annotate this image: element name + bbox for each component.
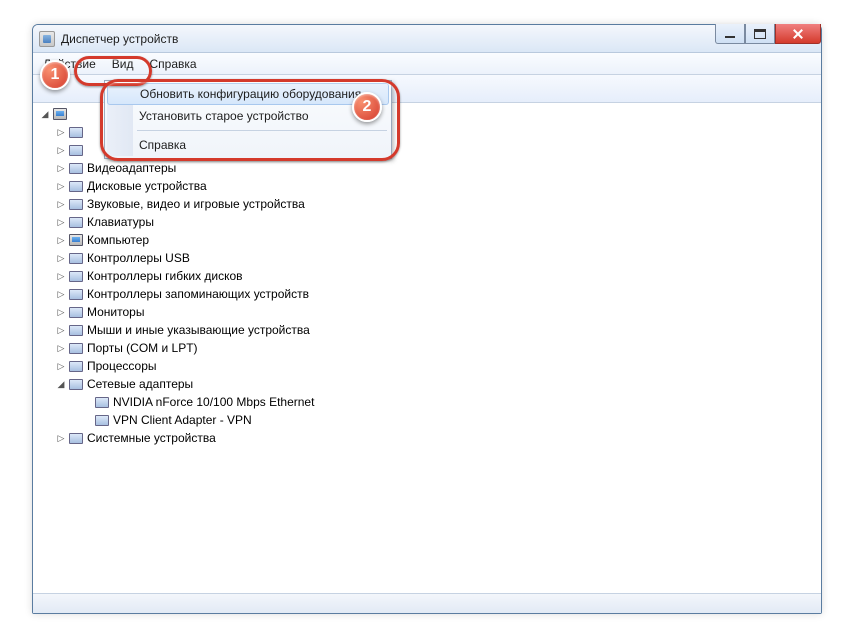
menu-item-label: Установить старое устройство bbox=[139, 109, 309, 123]
expander-icon[interactable]: ▷ bbox=[56, 433, 66, 443]
tree-node[interactable]: NVIDIA nForce 10/100 Mbps Ethernet bbox=[40, 393, 820, 411]
tree-node[interactable]: ▷ Звуковые, видео и игровые устройства bbox=[40, 195, 820, 213]
expander-icon bbox=[82, 397, 92, 407]
annotation-badge-1: 1 bbox=[40, 60, 70, 90]
device-icon bbox=[68, 268, 84, 284]
device-icon bbox=[68, 214, 84, 230]
tree-node-label: Компьютер bbox=[87, 233, 149, 247]
menu-item-label: Обновить конфигурацию оборудования bbox=[140, 87, 361, 101]
device-icon bbox=[68, 358, 84, 374]
device-icon bbox=[68, 178, 84, 194]
device-icon bbox=[94, 394, 110, 410]
tree-node-label: Порты (COM и LPT) bbox=[87, 341, 198, 355]
minimize-button[interactable] bbox=[715, 24, 745, 44]
device-icon bbox=[68, 142, 84, 158]
app-icon bbox=[39, 31, 55, 47]
computer-icon bbox=[52, 106, 68, 122]
tree-node[interactable]: ▷ Системные устройства bbox=[40, 429, 820, 447]
tree-node[interactable]: ▷ Порты (COM и LPT) bbox=[40, 339, 820, 357]
device-icon bbox=[68, 430, 84, 446]
expander-icon[interactable]: ◢ bbox=[40, 109, 50, 119]
tree-node-label: Контроллеры USB bbox=[87, 251, 190, 265]
titlebar[interactable]: Диспетчер устройств bbox=[33, 25, 821, 53]
expander-icon[interactable]: ▷ bbox=[56, 199, 66, 209]
tree-node-label: Мыши и иные указывающие устройства bbox=[87, 323, 310, 337]
tree-node-label: Системные устройства bbox=[87, 431, 216, 445]
close-icon bbox=[792, 29, 804, 39]
expander-icon[interactable]: ▷ bbox=[56, 163, 66, 173]
expander-icon[interactable]: ▷ bbox=[56, 127, 66, 137]
close-button[interactable] bbox=[775, 24, 821, 44]
annotation-badge-2: 2 bbox=[352, 92, 382, 122]
tree-node-label: Дисковые устройства bbox=[87, 179, 207, 193]
expander-icon[interactable]: ▷ bbox=[56, 361, 66, 371]
tree-node[interactable]: ▷ Мыши и иные указывающие устройства bbox=[40, 321, 820, 339]
device-icon bbox=[94, 412, 110, 428]
tree-node-label: Видеоадаптеры bbox=[87, 161, 176, 175]
tree-node[interactable]: ▷ Видеоадаптеры bbox=[40, 159, 820, 177]
menubar: Действие Вид Справка bbox=[33, 53, 821, 75]
device-icon bbox=[68, 322, 84, 338]
tree-node[interactable]: ▷ Процессоры bbox=[40, 357, 820, 375]
expander-icon[interactable]: ▷ bbox=[56, 217, 66, 227]
menu-separator bbox=[137, 130, 387, 131]
tree-node[interactable]: VPN Client Adapter - VPN bbox=[40, 411, 820, 429]
tree-node-label: Процессоры bbox=[87, 359, 157, 373]
window-controls bbox=[715, 24, 821, 44]
device-icon bbox=[68, 160, 84, 176]
menu-help[interactable]: Справка bbox=[141, 55, 204, 73]
device-icon bbox=[68, 286, 84, 302]
menu-view[interactable]: Вид bbox=[104, 55, 142, 73]
expander-icon[interactable]: ▷ bbox=[56, 289, 66, 299]
tree-node-label: Клавиатуры bbox=[87, 215, 154, 229]
tree-node[interactable]: ▷ Контроллеры USB bbox=[40, 249, 820, 267]
tree-node[interactable]: ▷ Дисковые устройства bbox=[40, 177, 820, 195]
menu-add-legacy[interactable]: Установить старое устройство bbox=[107, 105, 389, 127]
tree-node-label: Звуковые, видео и игровые устройства bbox=[87, 197, 305, 211]
expander-icon[interactable]: ▷ bbox=[56, 325, 66, 335]
window-title: Диспетчер устройств bbox=[61, 32, 178, 46]
device-tree[interactable]: ◢ ▷ ▷ ▷ Видеоадаптеры ▷ Дисковые устройства ▷ З… bbox=[34, 103, 820, 591]
device-icon bbox=[68, 304, 84, 320]
tree-node-label: Мониторы bbox=[87, 305, 144, 319]
expander-icon[interactable]: ▷ bbox=[56, 235, 66, 245]
menu-item-label: Справка bbox=[139, 138, 186, 152]
expander-icon[interactable]: ▷ bbox=[56, 181, 66, 191]
device-icon bbox=[68, 250, 84, 266]
tree-node[interactable]: ▷ Компьютер bbox=[40, 231, 820, 249]
expander-icon[interactable]: ▷ bbox=[56, 145, 66, 155]
device-icon bbox=[68, 340, 84, 356]
minimize-icon bbox=[724, 29, 736, 39]
expander-icon[interactable]: ▷ bbox=[56, 307, 66, 317]
tree-node-label: NVIDIA nForce 10/100 Mbps Ethernet bbox=[113, 395, 314, 409]
device-icon bbox=[68, 196, 84, 212]
tree-node-label: Контроллеры гибких дисков bbox=[87, 269, 243, 283]
tree-node[interactable]: ◢ Сетевые адаптеры bbox=[40, 375, 820, 393]
menu-help[interactable]: Справка bbox=[107, 134, 389, 156]
expander-icon[interactable]: ▷ bbox=[56, 253, 66, 263]
tree-node[interactable]: ▷ Контроллеры гибких дисков bbox=[40, 267, 820, 285]
tree-node[interactable]: ▷ Клавиатуры bbox=[40, 213, 820, 231]
maximize-button[interactable] bbox=[745, 24, 775, 44]
computer-icon bbox=[68, 232, 84, 248]
expander-icon[interactable]: ◢ bbox=[56, 379, 66, 389]
action-menu-dropdown: Обновить конфигурацию оборудования Устан… bbox=[104, 80, 392, 159]
maximize-icon bbox=[754, 29, 766, 39]
tree-node-label: Сетевые адаптеры bbox=[87, 377, 193, 391]
statusbar bbox=[33, 593, 821, 613]
tree-node-label: VPN Client Adapter - VPN bbox=[113, 413, 252, 427]
device-icon bbox=[68, 376, 84, 392]
menu-scan-hardware[interactable]: Обновить конфигурацию оборудования bbox=[107, 83, 389, 105]
tree-node-label: Контроллеры запоминающих устройств bbox=[87, 287, 309, 301]
tree-node[interactable]: ▷ Мониторы bbox=[40, 303, 820, 321]
tree-node[interactable]: ▷ Контроллеры запоминающих устройств bbox=[40, 285, 820, 303]
device-icon bbox=[68, 124, 84, 140]
expander-icon[interactable]: ▷ bbox=[56, 343, 66, 353]
expander-icon bbox=[82, 415, 92, 425]
expander-icon[interactable]: ▷ bbox=[56, 271, 66, 281]
